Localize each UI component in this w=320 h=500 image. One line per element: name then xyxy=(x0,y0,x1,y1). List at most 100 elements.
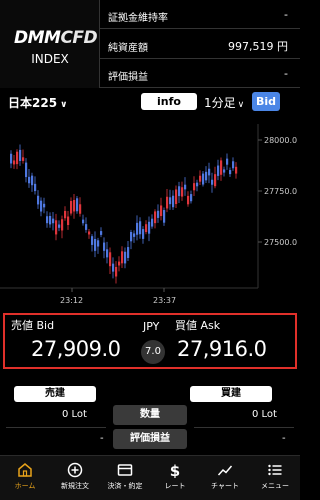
candle-body xyxy=(205,171,208,181)
nav-home[interactable]: ホーム xyxy=(0,456,50,500)
metric-value: - xyxy=(284,8,288,21)
bottom-nav: ホーム 新規注文 決済・約定 $ レート チャート メニュー xyxy=(0,455,300,500)
candle-body xyxy=(55,220,58,235)
sell-lot-value: 0 Lot xyxy=(62,409,87,420)
candle-body xyxy=(232,161,235,169)
nav-rate[interactable]: $ レート xyxy=(150,456,200,500)
metric-unrealized-pl: 評価損益 - xyxy=(100,59,300,88)
candle-body xyxy=(52,218,55,224)
quote-panel: 売値 Bid 27,909.0 JPY 7.0 買値 Ask 27,916.0 xyxy=(3,313,297,369)
candle-body xyxy=(115,266,118,277)
divider xyxy=(6,427,106,428)
candle-body xyxy=(106,249,109,258)
candle-body xyxy=(58,224,61,228)
dollar-icon: $ xyxy=(150,462,200,478)
nav-label: 決済・約定 xyxy=(107,482,143,490)
y-tick-label: 28000.0 xyxy=(264,136,297,145)
candle-body xyxy=(169,197,172,205)
candle-body xyxy=(109,252,112,267)
line-chart-icon xyxy=(200,462,250,478)
candle-body xyxy=(151,218,154,227)
candle-body xyxy=(217,165,220,176)
candle-body xyxy=(223,169,226,173)
info-button[interactable]: info xyxy=(141,93,197,110)
candle-body xyxy=(103,242,106,251)
candle-body xyxy=(40,200,43,212)
account-header: DMMCFD INDEX 証拠金維持率 - 純資産額 997,519 円 評価損… xyxy=(0,0,300,88)
interval-selector[interactable]: 1分足 ∨ xyxy=(204,94,244,111)
x-tick-label: 23:12 xyxy=(60,296,83,305)
logo-box: DMMCFD INDEX xyxy=(0,0,100,88)
quantity-label: 数量 xyxy=(113,405,187,425)
home-icon xyxy=(0,462,50,478)
metric-label: 評価損益 xyxy=(108,72,148,83)
candle-body xyxy=(136,222,139,235)
bid-price[interactable]: 27,909.0 xyxy=(31,337,121,361)
card-icon xyxy=(100,462,150,478)
candle-body xyxy=(181,187,184,197)
candle-body xyxy=(130,231,133,242)
buy-lot-value: 0 Lot xyxy=(252,409,277,420)
candle-body xyxy=(121,251,124,264)
svg-text:$: $ xyxy=(170,462,180,478)
candle-body xyxy=(127,247,130,258)
chevron-down-icon: ∨ xyxy=(237,100,245,110)
candle-body xyxy=(175,189,178,205)
candle-body xyxy=(187,195,190,205)
candle-body xyxy=(19,149,22,161)
y-tick-label: 27500.0 xyxy=(264,238,297,247)
nav-menu[interactable]: メニュー xyxy=(250,456,300,500)
symbol-selector[interactable]: 日本225 ∨ xyxy=(8,94,67,111)
nav-label: チャート xyxy=(211,482,239,490)
candle-body xyxy=(67,216,70,225)
metric-margin-ratio: 証拠金維持率 - xyxy=(100,0,300,29)
candle-body xyxy=(208,168,211,176)
buy-close-button[interactable]: 買建 xyxy=(190,386,272,402)
candle-body xyxy=(124,251,127,264)
candle-body xyxy=(148,221,151,234)
sell-close-button[interactable]: 売建 xyxy=(14,386,96,402)
candle-body xyxy=(64,210,67,219)
candle-body xyxy=(220,160,223,175)
ask-price[interactable]: 27,916.0 xyxy=(177,337,267,361)
plus-circle-icon xyxy=(50,462,100,478)
candle-body xyxy=(163,210,166,223)
divider xyxy=(194,427,294,428)
price-side-button[interactable]: Bid xyxy=(252,92,280,111)
candle-body xyxy=(112,263,115,272)
candle-body xyxy=(202,173,205,185)
nav-settlement[interactable]: 決済・約定 xyxy=(100,456,150,500)
chevron-down-icon: ∨ xyxy=(60,100,68,110)
candle-body xyxy=(61,219,64,231)
candle-body xyxy=(178,186,181,197)
candle-body xyxy=(97,240,100,247)
candle-body xyxy=(199,175,202,182)
candle-body xyxy=(85,224,88,230)
candle-body xyxy=(229,170,232,175)
candle-body xyxy=(172,195,175,208)
spread-badge: 7.0 xyxy=(141,340,165,364)
candle-body xyxy=(166,196,169,209)
candle-body xyxy=(196,182,199,187)
sell-pl-value: - xyxy=(100,433,104,444)
candle-body xyxy=(49,215,52,225)
nav-new-order[interactable]: 新規注文 xyxy=(50,456,100,500)
price-chart[interactable]: 28000.0 27750.0 27500.0 23:12 23:37 xyxy=(0,118,300,310)
candle-body xyxy=(214,174,217,187)
metric-net-assets: 純資産額 997,519 円 xyxy=(100,30,300,59)
candle-body xyxy=(226,158,229,165)
candle-body xyxy=(46,216,49,224)
candle-body xyxy=(70,200,73,214)
pl-label: 評価損益 xyxy=(113,429,187,449)
nav-label: レート xyxy=(164,482,186,490)
candle-body xyxy=(91,236,94,245)
nav-chart[interactable]: チャート xyxy=(200,456,250,500)
candle-body xyxy=(190,194,193,202)
candle-body xyxy=(22,157,25,161)
candle-body xyxy=(100,231,103,235)
candle-body xyxy=(34,183,37,192)
candle-body xyxy=(10,153,13,164)
metric-label: 証拠金維持率 xyxy=(108,13,168,24)
nav-label: メニュー xyxy=(261,482,289,490)
candle-body xyxy=(31,175,34,186)
